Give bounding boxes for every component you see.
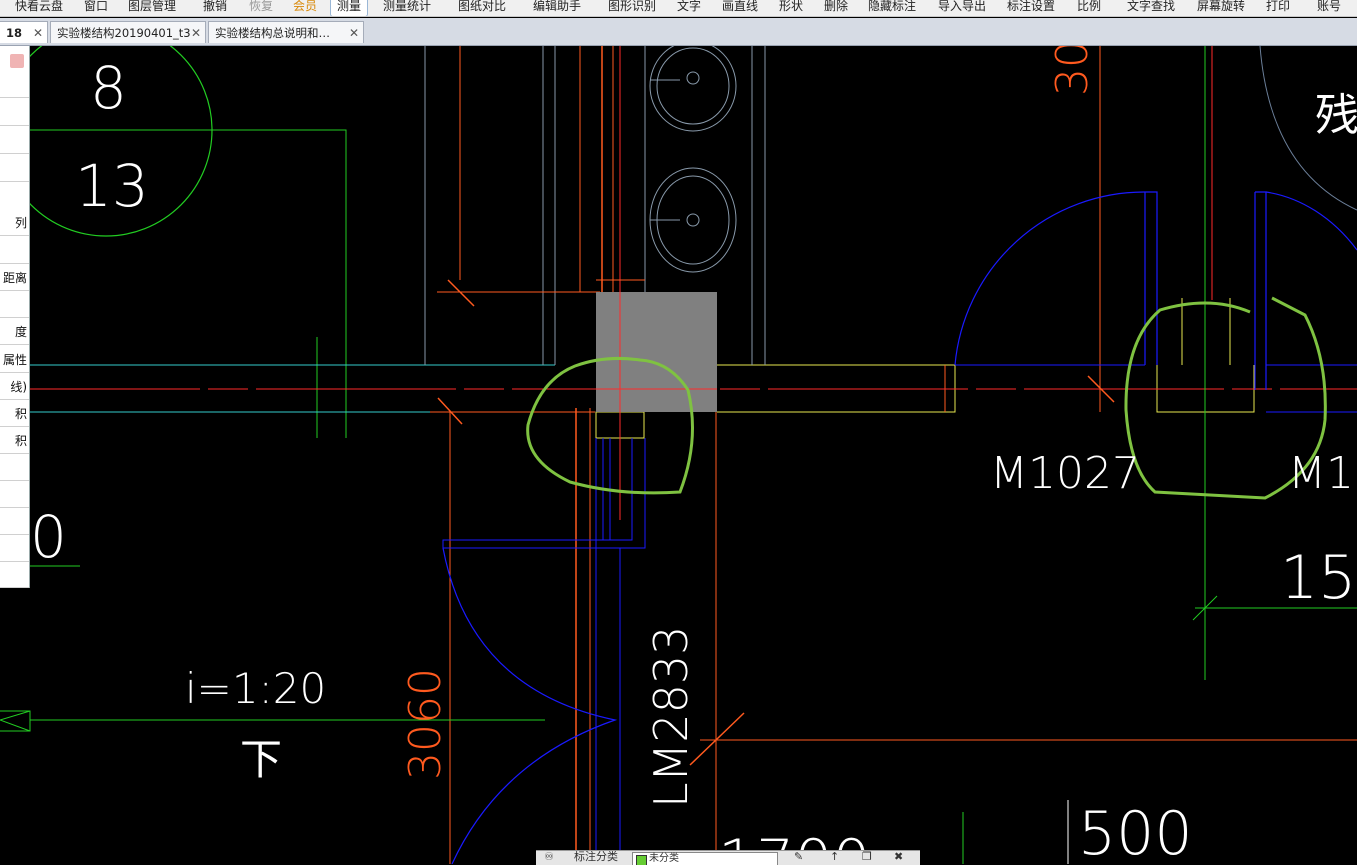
side-panel-row[interactable] — [0, 482, 29, 508]
tab-document-2[interactable]: 实验楼结构20190401_t3 ✕ — [50, 21, 206, 43]
delete-icon[interactable]: ✖ — [894, 851, 903, 865]
menu-print[interactable]: 打印 — [1266, 0, 1290, 16]
side-panel-row[interactable] — [0, 562, 29, 588]
glasses-icon[interactable]: ♾ — [544, 851, 554, 865]
side-panel-row[interactable] — [0, 100, 29, 126]
close-icon[interactable]: ✕ — [191, 22, 201, 43]
side-panel-row[interactable] — [0, 455, 29, 481]
side-panel-row[interactable]: 属性 — [0, 347, 29, 373]
partial-label: 0 — [30, 503, 67, 571]
tab-label: 18 — [6, 26, 23, 40]
edit-icon[interactable]: ✎ — [794, 851, 803, 865]
dimension-label-partial: 30 — [1047, 46, 1098, 96]
upload-icon[interactable]: ↑ — [830, 851, 839, 865]
side-panel-row[interactable]: 积 — [0, 428, 29, 454]
side-panel-row[interactable]: 列 — [0, 210, 29, 236]
close-icon[interactable]: ✕ — [349, 22, 359, 43]
menu-cloud-disk[interactable]: 快看云盘 — [15, 0, 63, 16]
menu-window[interactable]: 窗口 — [84, 0, 108, 16]
annotation-category-label: 标注分类 — [574, 850, 618, 863]
side-panel-row[interactable] — [0, 128, 29, 154]
side-panel-row[interactable]: 距离 — [0, 265, 29, 291]
menu-draw-line[interactable]: 画直线 — [722, 0, 758, 16]
side-panel-row[interactable] — [0, 156, 29, 182]
document-tab-bar: 18 ✕ 实验楼结构20190401_t3 ✕ 实验楼结构总说明和… ✕ — [0, 18, 1357, 46]
side-panel-row[interactable]: 线) — [0, 374, 29, 400]
menu-account[interactable]: 账号 — [1317, 0, 1341, 16]
menu-text-search[interactable]: 文字查找 — [1127, 0, 1175, 16]
menu-annotation-settings[interactable]: 标注设置 — [1007, 0, 1055, 16]
menu-shape-recognition[interactable]: 图形识别 — [608, 0, 656, 16]
menu-redo[interactable]: 恢复 — [249, 0, 273, 16]
dimension-label-500: 500 — [1078, 799, 1193, 864]
side-panel: 列 距离 度 属性 线) 积 积 — [0, 46, 30, 588]
menu-delete[interactable]: 删除 — [824, 0, 848, 16]
menu-measure[interactable]: 测量 — [330, 0, 369, 16]
side-panel-row[interactable]: 积 — [0, 401, 29, 427]
copy-icon[interactable]: ❐ — [862, 851, 872, 865]
grid-label-bottom: 13 — [75, 152, 149, 220]
structural-column[interactable] — [596, 292, 717, 412]
menu-measure-stats[interactable]: 测量统计 — [383, 0, 431, 16]
menu-scale[interactable]: 比例 — [1077, 0, 1101, 16]
menu-shape[interactable]: 形状 — [779, 0, 803, 16]
side-panel-row[interactable] — [0, 72, 29, 98]
tab-label: 实验楼结构20190401_t3 — [57, 26, 191, 40]
menu-screen-rotate[interactable]: 屏幕旋转 — [1197, 0, 1245, 16]
room-label-partial: 残 — [1315, 90, 1357, 141]
menu-text[interactable]: 文字 — [677, 0, 701, 16]
tab-document-1[interactable]: 18 ✕ — [0, 21, 48, 43]
annotation-category-select[interactable]: 未分类 — [632, 852, 778, 865]
close-icon[interactable] — [10, 54, 24, 68]
door-label-lm2833: LM2833 — [644, 626, 698, 808]
door-label-partial: M10 — [1288, 448, 1357, 499]
side-panel-row[interactable]: 度 — [0, 319, 29, 345]
slope-label: i=1:20 — [185, 664, 326, 713]
side-panel-row[interactable] — [0, 238, 29, 264]
menu-hide-annotations[interactable]: 隐藏标注 — [868, 0, 916, 16]
menu-layer-manager[interactable]: 图层管理 — [128, 0, 176, 16]
drawing-canvas[interactable]: 8 13 M1027 M10 150 i=1:20 下 3060 LM2833 … — [0, 46, 1357, 864]
tab-label: 实验楼结构总说明和… — [215, 26, 330, 40]
dimension-label-150: 150 — [1280, 543, 1357, 613]
side-panel-row[interactable] — [0, 509, 29, 535]
menu-vip[interactable]: 会员 — [293, 0, 317, 16]
menu-compare[interactable]: 图纸对比 — [458, 0, 506, 16]
stair-direction-label: 下 — [240, 735, 282, 784]
close-icon[interactable]: ✕ — [33, 22, 43, 43]
menu-bar: 快看云盘 窗口 图层管理 撤销 恢复 会员 测量 测量统计 图纸对比 编辑助手 … — [0, 0, 1357, 17]
tab-document-3[interactable]: 实验楼结构总说明和… ✕ — [208, 21, 364, 43]
door-label-m1027: M1027 — [990, 448, 1140, 499]
dimension-label-3060: 3060 — [400, 668, 451, 780]
menu-edit-helper[interactable]: 编辑助手 — [533, 0, 581, 16]
menu-import-export[interactable]: 导入导出 — [938, 0, 986, 16]
side-panel-row[interactable] — [0, 536, 29, 562]
category-value: 未分类 — [649, 853, 679, 864]
annotation-toolbar: ♾ 标注分类 未分类 ✎ ↑ ❐ ✖ — [536, 850, 920, 865]
menu-undo[interactable]: 撤销 — [203, 0, 227, 16]
side-panel-row[interactable] — [0, 292, 29, 318]
grid-label-top: 8 — [90, 54, 127, 122]
